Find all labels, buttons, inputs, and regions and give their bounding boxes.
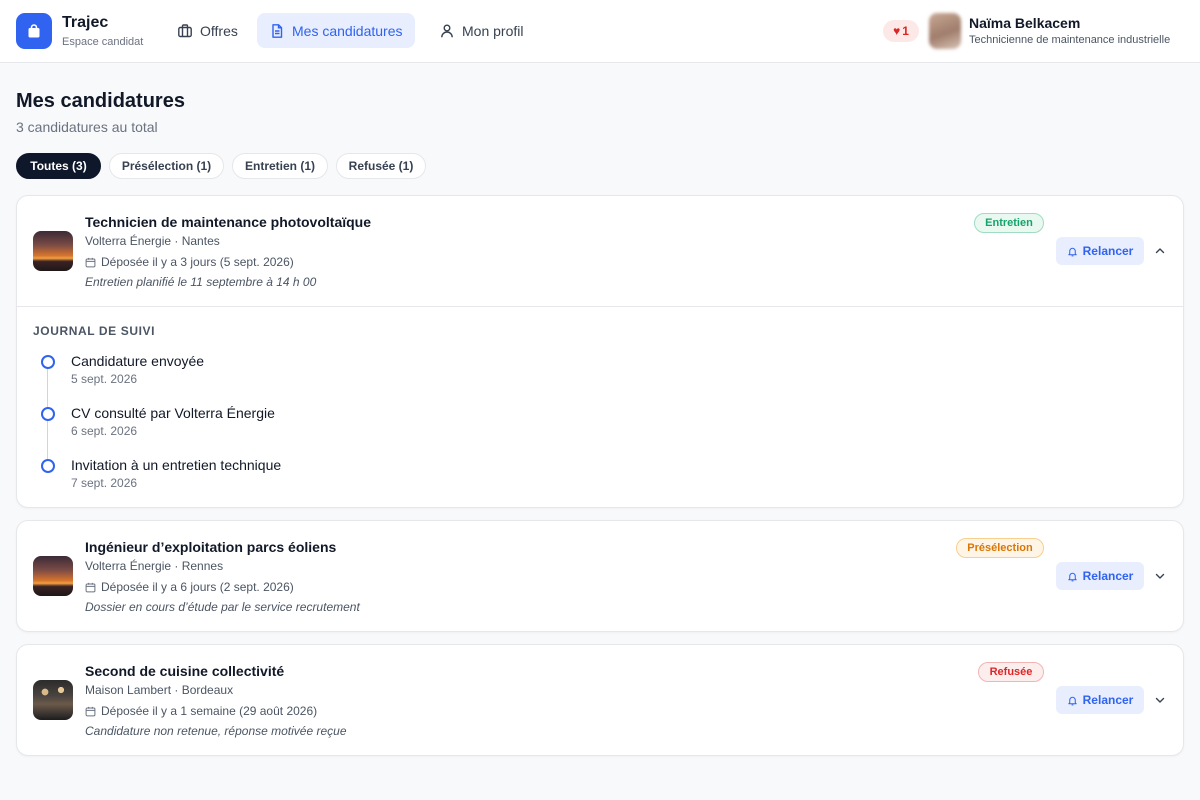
bell-icon <box>1067 696 1077 705</box>
chevron-down-icon[interactable] <box>1152 568 1168 584</box>
filter-refusee[interactable]: Refusée (1) <box>336 153 426 179</box>
company-logo <box>33 556 73 596</box>
nav-tab-offres[interactable]: Offres <box>165 13 250 48</box>
job-title[interactable]: Technicien de maintenance photovoltaïque <box>85 214 371 230</box>
filter-toutes[interactable]: Toutes (3) <box>16 153 101 179</box>
application-card[interactable]: Second de cuisine collectivité Maison La… <box>16 644 1184 756</box>
journal-title: JOURNAL DE SUIVI <box>33 324 156 338</box>
job-note: Dossier en cours d’étude par le service … <box>85 600 360 614</box>
filter-preselection[interactable]: Présélection (1) <box>109 153 224 179</box>
page-subtitle: 3 candidatures au total <box>16 119 158 135</box>
brand-name: Trajec <box>62 14 109 31</box>
bell-icon <box>1067 572 1077 581</box>
shopping-bag-icon <box>28 24 40 38</box>
relancer-button[interactable]: Relancer <box>1056 237 1144 265</box>
favorites-count: 1 <box>902 24 909 38</box>
timeline-dot <box>41 459 55 473</box>
filter-entretien[interactable]: Entretien (1) <box>232 153 328 179</box>
user-name: Naïma Belkacem <box>969 15 1081 31</box>
job-company: Maison Lambert · Bordeaux <box>85 683 234 697</box>
job-company: Volterra Énergie · Nantes <box>85 234 220 248</box>
job-date-text: Déposée il y a 6 jours (2 sept. 2026) <box>101 580 294 594</box>
nav-tab-label: Offres <box>200 22 238 39</box>
user-role: Technicienne de maintenance industrielle <box>969 34 1171 46</box>
timeline-event-label: CV consulté par Volterra Énergie <box>71 405 275 421</box>
timeline-event-date: 5 sept. 2026 <box>71 372 138 386</box>
job-date-text: Déposée il y a 1 semaine (29 août 2026) <box>101 704 318 718</box>
avatar[interactable] <box>929 13 961 49</box>
chevron-down-icon[interactable] <box>1152 692 1168 708</box>
application-card[interactable]: Technicien de maintenance photovoltaïque… <box>16 195 1184 508</box>
bell-icon <box>1067 247 1077 256</box>
company-logo <box>33 680 73 720</box>
job-date: Déposée il y a 1 semaine (29 août 2026) <box>85 704 317 718</box>
timeline-event-label: Invitation à un entretien technique <box>71 457 282 473</box>
status-badge: Entretien <box>974 213 1044 233</box>
application-card[interactable]: Ingénieur d’exploitation parcs éoliens V… <box>16 520 1184 632</box>
timeline-event-date: 6 sept. 2026 <box>71 424 138 438</box>
timeline-dot <box>41 407 55 421</box>
nav-tab-mon-profil[interactable]: Mon profil <box>427 13 535 48</box>
relancer-button[interactable]: Relancer <box>1056 686 1144 714</box>
relancer-label: Relancer <box>1082 244 1134 258</box>
job-date: Déposée il y a 3 jours (5 sept. 2026) <box>85 255 294 269</box>
nav-tab-label: Mon profil <box>462 22 524 39</box>
brand-subtitle: Espace candidat <box>62 36 144 48</box>
job-company: Volterra Énergie · Rennes <box>85 559 224 573</box>
relancer-label: Relancer <box>1082 693 1134 707</box>
calendar-icon <box>85 582 96 592</box>
page-title: Mes candidatures <box>16 90 185 112</box>
top-bar: Trajec Espace candidat Offres Mes candid… <box>0 0 1200 63</box>
timeline-dot <box>41 355 55 369</box>
briefcase-icon <box>178 23 192 37</box>
job-note: Entretien planifié le 11 septembre à 14 … <box>85 275 317 289</box>
user-icon <box>441 24 453 37</box>
calendar-icon <box>85 257 96 267</box>
job-date-text: Déposée il y a 3 jours (5 sept. 2026) <box>101 255 294 269</box>
company-logo <box>33 231 73 271</box>
brand-logo[interactable] <box>16 13 52 49</box>
status-badge: Présélection <box>956 538 1044 558</box>
job-date: Déposée il y a 6 jours (2 sept. 2026) <box>85 580 294 594</box>
relancer-label: Relancer <box>1082 569 1134 583</box>
nav-tab-label: Mes candidatures <box>292 22 403 39</box>
timeline-event-label: Candidature envoyée <box>71 353 205 369</box>
divider <box>17 306 1183 307</box>
document-icon <box>272 23 283 38</box>
nav-tab-mes-candidatures[interactable]: Mes candidatures <box>257 13 415 48</box>
job-note: Candidature non retenue, réponse motivée… <box>85 724 347 738</box>
job-title[interactable]: Second de cuisine collectivité <box>85 663 284 679</box>
chevron-up-icon[interactable] <box>1152 243 1168 259</box>
favorites-badge[interactable]: ♥ 1 <box>883 20 919 42</box>
relancer-button[interactable]: Relancer <box>1056 562 1144 590</box>
job-title[interactable]: Ingénieur d’exploitation parcs éoliens <box>85 539 336 555</box>
status-badge: Refusée <box>978 662 1044 682</box>
timeline-event-date: 7 sept. 2026 <box>71 476 138 490</box>
calendar-icon <box>85 706 96 716</box>
heart-icon: ♥ <box>893 24 901 38</box>
